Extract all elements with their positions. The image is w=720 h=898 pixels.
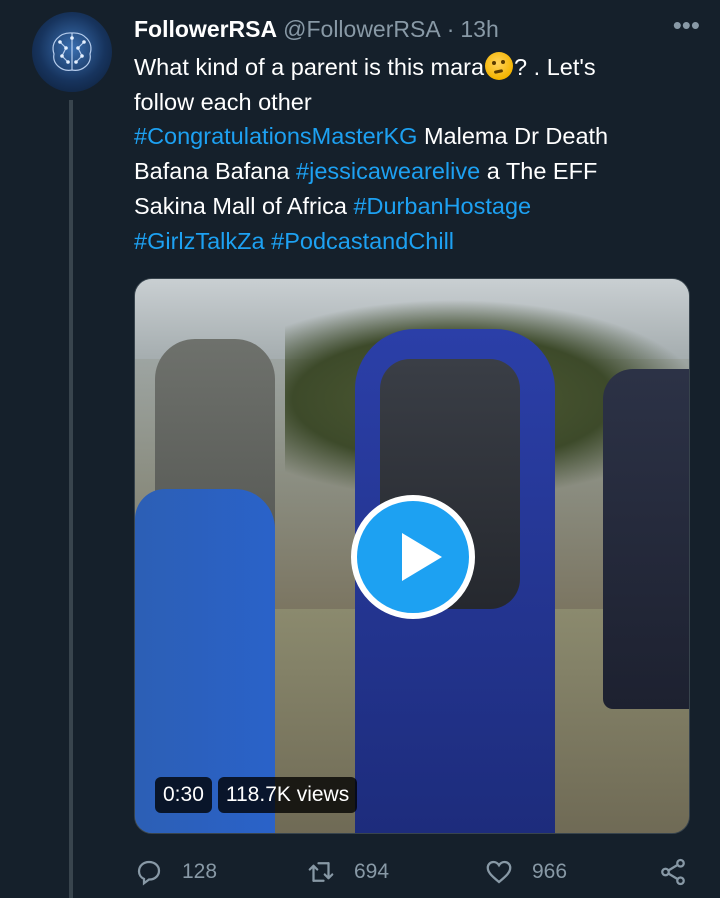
text-segment: a The EFF — [480, 158, 598, 185]
video-info: 0:30 118.7K views — [155, 777, 358, 813]
text-segment: Sakina Mall of Africa — [134, 192, 354, 219]
display-name[interactable]: FollowerRSA — [134, 16, 277, 43]
hashtag-link[interactable]: #DurbanHostage — [353, 193, 531, 219]
text-segment: Bafana Bafana — [134, 158, 297, 185]
video-views: 118.7K views — [217, 777, 358, 813]
text-segment: ? . Let's — [514, 54, 596, 80]
text-line-2: follow each other — [134, 88, 312, 115]
separator-dot: · — [446, 15, 455, 42]
share-icon — [661, 858, 685, 886]
thread-line — [69, 100, 73, 898]
text-line-5: Sakina Mall of Africa #DurbanHostage — [134, 189, 704, 224]
user-handle[interactable]: @FollowerRSA — [283, 16, 441, 43]
text-segment: Malema Dr Death — [417, 123, 609, 150]
reply-count: 128 — [182, 860, 218, 883]
video-duration: 0:30 — [155, 777, 212, 813]
reply-button[interactable]: 128 — [134, 854, 217, 890]
text-line-4: Bafana Bafana #jessicawearelive a The EF… — [134, 154, 704, 189]
share-button[interactable] — [658, 854, 688, 890]
brain-avatar-icon — [52, 32, 92, 71]
video-player[interactable]: 0:30 118.7K views — [134, 278, 690, 834]
avatar[interactable] — [32, 12, 112, 92]
retweet-button[interactable]: 694 — [306, 854, 389, 890]
thinking-face-icon — [485, 52, 514, 80]
retweet-icon — [308, 862, 334, 882]
text-segment: What kind of a parent is this mara — [134, 54, 485, 80]
hashtag-link[interactable]: #GirlzTalkZa — [134, 228, 265, 254]
tweet-actions: 128 694 966 — [134, 854, 694, 890]
tweet-header: FollowerRSA @FollowerRSA · 13h ••• — [134, 12, 700, 44]
text-line-1: What kind of a parent is this mara ? . Le… — [134, 50, 704, 85]
reply-icon — [137, 860, 161, 886]
tweet-text: What kind of a parent is this mara ? . Le… — [134, 50, 704, 258]
hashtag-link[interactable]: #PodcastandChill — [271, 228, 454, 254]
retweet-count: 694 — [354, 860, 390, 883]
hashtag-link[interactable]: #jessicawearelive — [296, 158, 480, 184]
like-count: 966 — [532, 860, 568, 883]
tweet-time[interactable]: 13h — [460, 16, 498, 43]
hashtag-link[interactable]: #CongratulationsMasterKG — [134, 123, 417, 149]
text-line-6: #GirlzTalkZa #PodcastandChill — [134, 224, 704, 259]
text-line-3: #CongratulationsMasterKG Malema Dr Death — [134, 119, 704, 154]
more-icon[interactable]: ••• — [660, 12, 700, 44]
video-scene — [603, 369, 689, 709]
like-button[interactable]: 966 — [484, 854, 567, 890]
like-icon — [486, 860, 512, 884]
play-icon[interactable] — [351, 495, 475, 619]
